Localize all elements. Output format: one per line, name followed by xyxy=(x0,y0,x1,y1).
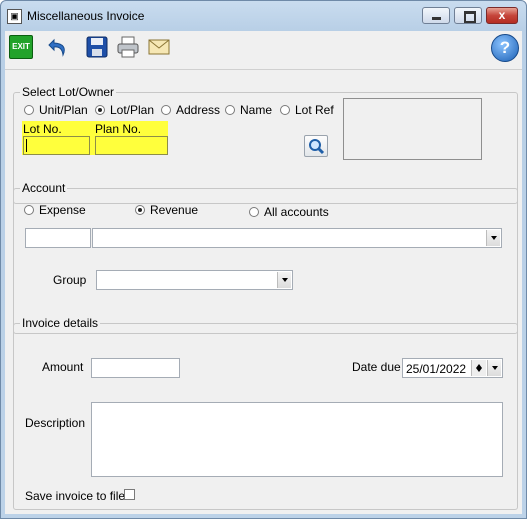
group-dropdown-arrow-icon[interactable] xyxy=(277,272,291,288)
radio-name[interactable]: Name xyxy=(225,103,272,117)
radio-revenue[interactable]: Revenue xyxy=(135,203,198,217)
toolbar-divider xyxy=(5,69,522,70)
radio-expense-label: Expense xyxy=(39,203,86,217)
radio-lot-ref-label: Lot Ref xyxy=(295,103,334,117)
account-legend: Account xyxy=(22,181,66,195)
radio-all-accounts[interactable]: All accounts xyxy=(249,205,329,219)
text-cursor xyxy=(26,139,27,152)
owner-details-panel xyxy=(343,98,482,160)
amount-input[interactable] xyxy=(91,358,180,378)
radio-name-label: Name xyxy=(240,103,273,117)
app-icon: ▣ xyxy=(7,9,22,24)
radio-unit-plan-label: Unit/Plan xyxy=(39,103,88,117)
help-icon[interactable]: ? xyxy=(491,34,519,62)
undo-icon[interactable] xyxy=(47,35,71,59)
radio-all-accounts-circle xyxy=(249,207,259,217)
radio-expense[interactable]: Expense xyxy=(24,203,86,217)
radio-address[interactable]: Address xyxy=(161,103,220,117)
save-invoice-label: Save invoice to file xyxy=(25,489,126,503)
print-icon[interactable] xyxy=(116,35,140,59)
save-icon[interactable] xyxy=(85,35,109,59)
date-spinner-icon[interactable] xyxy=(471,360,486,376)
radio-expense-circle xyxy=(24,205,34,215)
client-area: EXIT ? Select Lot/Owner Unit/Plan Lot/Pl… xyxy=(5,31,522,514)
radio-unit-plan-circle xyxy=(24,105,34,115)
lot-no-input[interactable] xyxy=(23,136,90,155)
title-bar: ▣ Miscellaneous Invoice x xyxy=(1,1,526,31)
radio-all-accounts-label: All accounts xyxy=(264,205,329,219)
description-label: Description xyxy=(25,416,86,430)
plan-no-label: Plan No. xyxy=(95,122,142,136)
lot-no-label: Lot No. xyxy=(23,122,62,136)
description-textarea[interactable] xyxy=(91,402,503,477)
window-title: Miscellaneous Invoice xyxy=(27,9,145,23)
magnifier-icon xyxy=(309,139,325,155)
radio-unit-plan[interactable]: Unit/Plan xyxy=(24,103,88,117)
minimize-button[interactable] xyxy=(422,7,450,24)
radio-address-label: Address xyxy=(176,103,221,117)
account-group: Account xyxy=(13,181,518,334)
radio-address-circle xyxy=(161,105,171,115)
group-label: Group xyxy=(53,273,87,287)
lot-search-button[interactable] xyxy=(304,135,328,157)
group-select[interactable] xyxy=(96,270,293,290)
select-lot-owner-legend: Select Lot/Owner xyxy=(22,85,115,99)
radio-name-circle xyxy=(225,105,235,115)
close-button[interactable]: x xyxy=(486,7,518,24)
date-due-label: Date due xyxy=(352,360,401,374)
save-invoice-checkbox[interactable] xyxy=(124,489,135,500)
radio-lot-plan-label: Lot/Plan xyxy=(110,103,155,117)
close-icon: x xyxy=(498,8,506,22)
radio-lot-ref-circle xyxy=(280,105,290,115)
radio-lot-plan-circle xyxy=(95,105,105,115)
exit-icon[interactable]: EXIT xyxy=(9,35,33,59)
email-icon[interactable] xyxy=(147,35,171,59)
maximize-button[interactable] xyxy=(454,7,482,24)
plan-no-input[interactable] xyxy=(95,136,168,155)
account-dropdown-arrow-icon[interactable] xyxy=(486,230,500,246)
date-due-picker[interactable]: 25/01/2022 xyxy=(402,358,503,378)
radio-lot-plan[interactable]: Lot/Plan xyxy=(95,103,154,117)
radio-revenue-circle xyxy=(135,205,145,215)
radio-lot-ref[interactable]: Lot Ref xyxy=(280,103,334,117)
invoice-details-legend: Invoice details xyxy=(22,316,99,330)
account-code-input[interactable] xyxy=(25,228,91,248)
amount-label: Amount xyxy=(42,360,84,374)
account-select[interactable] xyxy=(92,228,502,248)
toolbar: EXIT ? xyxy=(5,31,522,69)
date-due-value: 25/01/2022 xyxy=(406,362,467,376)
invoice-window: ▣ Miscellaneous Invoice x EXIT ? Select … xyxy=(0,0,527,519)
date-dropdown-arrow-icon[interactable] xyxy=(487,360,501,376)
radio-revenue-label: Revenue xyxy=(150,203,199,217)
